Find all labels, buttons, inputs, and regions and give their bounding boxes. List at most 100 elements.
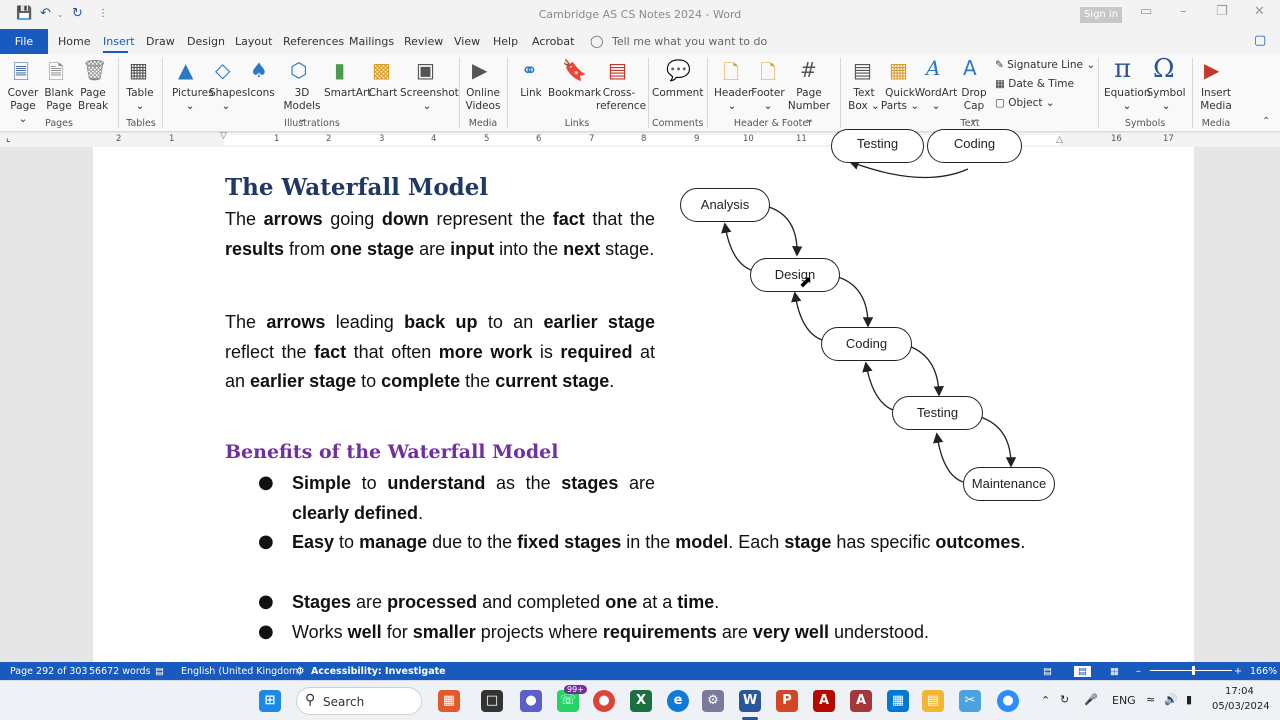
ribbon-display-icon[interactable]: ▭ xyxy=(1140,4,1152,19)
powerpoint-icon[interactable]: P xyxy=(776,690,798,712)
date-time-button[interactable]: ▦ Date & Time xyxy=(995,78,1074,90)
zoom-app-icon[interactable]: ● xyxy=(997,690,1019,712)
tab-file[interactable]: File xyxy=(0,29,48,54)
onedrive-sync-icon[interactable]: ↻ xyxy=(1060,693,1069,706)
zoom-in-icon[interactable]: + xyxy=(1234,666,1242,677)
insert-media-button[interactable]: Insert Media xyxy=(1198,87,1234,113)
focus-mode-icon[interactable]: ▤ xyxy=(1043,666,1052,677)
collapse-ribbon-icon[interactable]: ⌃ xyxy=(1262,116,1270,127)
tab-acrobat[interactable]: Acrobat xyxy=(532,35,574,48)
quick-parts-label: Quick Parts xyxy=(880,87,915,112)
taskbar-search[interactable]: ⚲ Search xyxy=(296,687,422,715)
edge-icon[interactable]: e xyxy=(667,690,689,712)
screenshot-icon: ▣ xyxy=(416,58,435,82)
app-icon-generic[interactable]: ⚙ xyxy=(702,690,724,712)
tell-me-search[interactable]: Tell me what you want to do xyxy=(612,35,767,48)
tab-design[interactable]: Design xyxy=(187,35,225,48)
store-icon[interactable]: ▦ xyxy=(887,690,909,712)
shapes-button[interactable]: Shapes ⌄ xyxy=(209,87,247,113)
teams-chat-icon[interactable]: ● xyxy=(520,690,542,712)
header-button[interactable]: Header ⌄ xyxy=(714,87,752,113)
separator xyxy=(118,58,119,128)
wifi-icon[interactable]: ≈ xyxy=(1146,693,1155,706)
text-box-button[interactable]: Text Box ⌄ xyxy=(846,87,882,113)
zoom-out-icon[interactable]: – xyxy=(1136,666,1141,677)
page-break-button[interactable]: Page Break xyxy=(78,87,108,113)
tab-help[interactable]: Help xyxy=(493,35,518,48)
object-button[interactable]: ▢ Object ⌄ xyxy=(995,97,1055,109)
web-layout-icon[interactable]: ▦ xyxy=(1110,666,1119,677)
comments-icon[interactable]: ▢ xyxy=(1254,33,1266,48)
tab-view[interactable]: View xyxy=(454,35,480,48)
tab-layout[interactable]: Layout xyxy=(235,35,272,48)
sign-in-button[interactable]: Sign in xyxy=(1080,7,1122,23)
text-run: leading xyxy=(325,312,405,332)
document-page[interactable]: The Waterfall Model The arrows going dow… xyxy=(93,129,1194,662)
separator xyxy=(707,58,708,128)
word-icon[interactable]: W xyxy=(739,690,761,712)
clock-date[interactable]: 05/03/2024 xyxy=(1212,701,1270,712)
restore-icon[interactable]: ❐ xyxy=(1216,4,1228,19)
chart-button[interactable]: Chart xyxy=(368,87,398,100)
close-icon[interactable]: ✕ xyxy=(1254,4,1265,19)
heading-waterfall-model: The Waterfall Model xyxy=(225,174,489,201)
bold-text-run: more work xyxy=(438,341,533,362)
table-button[interactable]: Table ⌄ xyxy=(125,87,155,113)
snipping-tool-icon[interactable]: ✂ xyxy=(959,690,981,712)
status-bar: Page 292 of 303 56672 words ▤ English (U… xyxy=(0,662,1280,680)
tab-mailings[interactable]: Mailings xyxy=(349,35,394,48)
tab-draw[interactable]: Draw xyxy=(146,35,175,48)
language-label[interactable]: ENG xyxy=(1112,694,1136,707)
icons-button[interactable]: Icons xyxy=(246,87,276,100)
zoom-level[interactable]: 166% xyxy=(1250,666,1277,677)
left-indent-marker[interactable]: ▽ xyxy=(220,131,227,141)
language-indicator[interactable]: English (United Kingdom) xyxy=(181,666,302,677)
text-run: are xyxy=(414,238,451,259)
battery-icon[interactable]: ▮ xyxy=(1186,693,1192,706)
comment-button[interactable]: Comment xyxy=(652,87,703,100)
wordart-button[interactable]: WordArt ⌄ xyxy=(914,87,958,113)
signature-line-button[interactable]: ✎ Signature Line ⌄ xyxy=(995,59,1095,71)
acrobat-icon[interactable]: A xyxy=(813,690,835,712)
volume-icon[interactable]: 🔊 xyxy=(1164,693,1178,706)
right-indent-marker[interactable]: △ xyxy=(1056,135,1063,145)
link-button[interactable]: Link xyxy=(516,87,546,100)
pictures-button[interactable]: Pictures ⌄ xyxy=(172,87,214,113)
accessibility-status[interactable]: Accessibility: Investigate xyxy=(311,666,446,677)
file-explorer-icon[interactable]: ▤ xyxy=(922,690,944,712)
cross-reference-button[interactable]: Cross- reference xyxy=(596,87,646,113)
word-count[interactable]: 56672 words xyxy=(89,666,151,677)
tab-review[interactable]: Review xyxy=(404,35,443,48)
page-count[interactable]: Page 292 of 303 xyxy=(10,666,87,677)
zoom-slider[interactable] xyxy=(1150,670,1232,671)
app-icon-tray[interactable]: ▦ xyxy=(438,690,460,712)
online-videos-button[interactable]: Online Videos xyxy=(464,87,502,113)
cover-page-button[interactable]: Cover Page ⌄ xyxy=(6,87,40,126)
pictures-label: Pictures xyxy=(172,87,214,99)
clock-time[interactable]: 17:04 xyxy=(1225,686,1254,697)
screenshot-button[interactable]: Screenshot ⌄ xyxy=(400,87,459,113)
task-view-icon[interactable]: □ xyxy=(481,690,503,712)
tab-insert[interactable]: Insert xyxy=(103,35,135,48)
chrome-icon[interactable]: ● xyxy=(593,690,615,712)
print-layout-icon[interactable]: ▤ xyxy=(1074,666,1091,677)
windows-start-icon[interactable]: ⊞ xyxy=(259,690,281,712)
group-label-symbols: Symbols xyxy=(1124,118,1166,129)
blank-page-button[interactable]: Blank Page xyxy=(44,87,74,113)
microphone-icon[interactable]: 🎤 xyxy=(1084,693,1098,706)
tab-references[interactable]: References xyxy=(283,35,344,48)
excel-icon[interactable]: X xyxy=(630,690,652,712)
zoom-slider-thumb[interactable] xyxy=(1192,666,1195,675)
page-break-icon: 🗑 xyxy=(82,58,108,82)
tab-home[interactable]: Home xyxy=(58,35,90,48)
minimize-icon[interactable]: – xyxy=(1180,4,1187,19)
tab-selector-icon[interactable]: ⌞ xyxy=(6,133,11,144)
equation-button[interactable]: Equation ⌄ xyxy=(1104,87,1151,113)
footer-button[interactable]: Footer ⌄ xyxy=(750,87,786,113)
bookmark-button[interactable]: Bookmark xyxy=(548,87,601,100)
tray-overflow-icon[interactable]: ⌃ xyxy=(1041,694,1050,707)
smartart-button[interactable]: SmartArt xyxy=(324,87,371,100)
access-icon[interactable]: A xyxy=(850,690,872,712)
proofing-icon[interactable]: ▤ xyxy=(155,666,164,677)
symbol-button[interactable]: Symbol ⌄ xyxy=(1146,87,1186,113)
